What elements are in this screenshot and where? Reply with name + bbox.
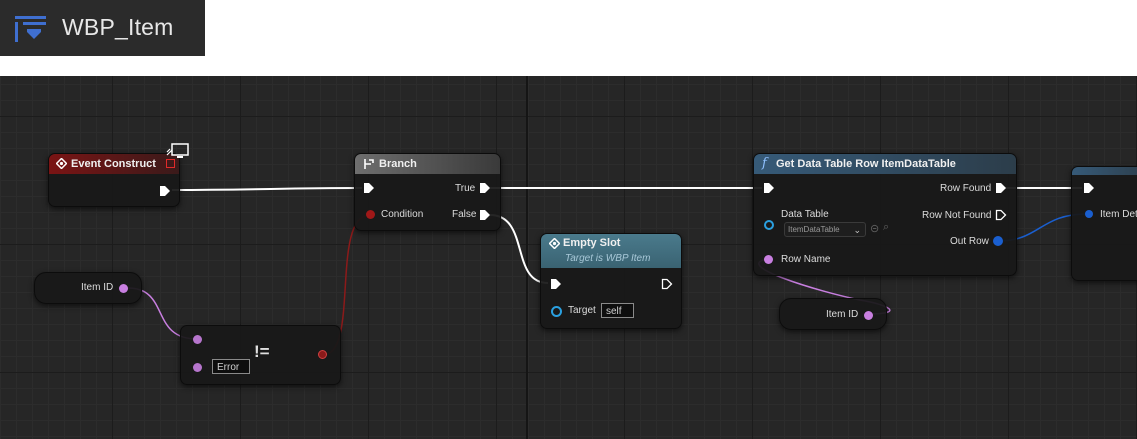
item-details-pin[interactable] (1085, 210, 1093, 218)
node-title: Empty Slot (563, 237, 621, 249)
exec-row-found-pin[interactable] (995, 182, 1007, 194)
out-row-label: Out Row (950, 236, 989, 247)
event-icon (56, 158, 67, 169)
node-subtitle: Target is WBP Item (565, 253, 651, 264)
empty-slot-node[interactable]: Empty Slot Target is WBP Item Target sel… (540, 233, 682, 329)
false-label: False (452, 209, 477, 220)
node-title: Event Construct (71, 158, 156, 170)
partial-node-header (1072, 167, 1137, 175)
row-name-label: Row Name (781, 254, 831, 265)
not-equal-symbol: != (254, 342, 270, 361)
exec-false-pin[interactable] (479, 209, 491, 221)
exec-true-pin[interactable] (479, 182, 491, 194)
exec-in-pin[interactable] (763, 182, 775, 194)
grid-divider (526, 76, 528, 439)
condition-label: Condition (381, 209, 424, 220)
target-value-field[interactable]: self (601, 303, 634, 318)
event-construct-header: Event Construct (49, 154, 179, 174)
row-name-pin[interactable] (764, 255, 773, 264)
node-title: Get Data Table Row ItemDataTable (776, 158, 956, 170)
item-id-out-pin[interactable] (864, 311, 873, 320)
row-found-label: Row Found (940, 183, 992, 194)
partial-node[interactable]: Item Det (1071, 166, 1137, 281)
data-table-select[interactable]: ItemDataTable ⌄ (784, 222, 866, 237)
branch-node[interactable]: Branch True Condition False (354, 153, 501, 231)
variable-label: Item ID (826, 309, 859, 320)
branch-icon (364, 159, 374, 169)
blueprint-tab[interactable]: WBP_Item (0, 0, 205, 56)
target-pin[interactable] (551, 306, 562, 317)
node-title: Branch (379, 158, 417, 170)
exec-in-pin[interactable] (550, 278, 562, 290)
item-details-label: Item Det (1100, 209, 1137, 220)
row-not-found-label: Row Not Found (922, 210, 992, 221)
item-id-getter-node[interactable]: Item ID (34, 272, 142, 304)
condition-pin[interactable] (366, 210, 375, 219)
function-icon (549, 238, 560, 249)
branch-header: Branch (355, 154, 500, 174)
input-a-pin[interactable] (193, 335, 202, 344)
exec-out-pin[interactable] (661, 278, 673, 290)
get-row-header: Get Data Table Row ItemDataTable (754, 154, 1016, 174)
result-out-pin[interactable] (318, 350, 327, 359)
get-data-table-row-node[interactable]: Get Data Table Row ItemDataTable f Row F… (753, 153, 1017, 276)
exec-in-pin[interactable] (363, 182, 375, 194)
exec-out-pin[interactable] (159, 185, 171, 197)
event-construct-node[interactable]: Event Construct (48, 153, 180, 207)
variable-label: Item ID (81, 282, 114, 293)
chevron-down-icon: ⌄ (853, 225, 861, 235)
exec-in-pin[interactable] (1083, 182, 1095, 194)
search-icon[interactable]: ⌕ (883, 221, 889, 234)
item-id-out-pin[interactable] (119, 284, 128, 293)
function-f-icon: f (762, 156, 767, 171)
input-b-pin[interactable] (193, 363, 202, 372)
item-id-getter-node[interactable]: Item ID (779, 298, 887, 330)
true-label: True (455, 183, 476, 194)
widget-blueprint-icon (15, 16, 46, 42)
exec-row-not-found-pin[interactable] (995, 209, 1007, 221)
input-b-value-field[interactable]: Error (212, 359, 250, 374)
not-equal-node[interactable]: Error != (180, 325, 341, 385)
out-row-pin[interactable] (993, 236, 1003, 246)
data-table-value: ItemDataTable (788, 225, 840, 234)
target-label: Target (568, 305, 596, 316)
data-table-pin[interactable] (764, 220, 774, 230)
monitor-icon (166, 143, 189, 158)
browse-icon[interactable]: ⊝ (870, 222, 879, 235)
tab-title: WBP_Item (62, 14, 174, 40)
data-table-label: Data Table (781, 209, 829, 220)
